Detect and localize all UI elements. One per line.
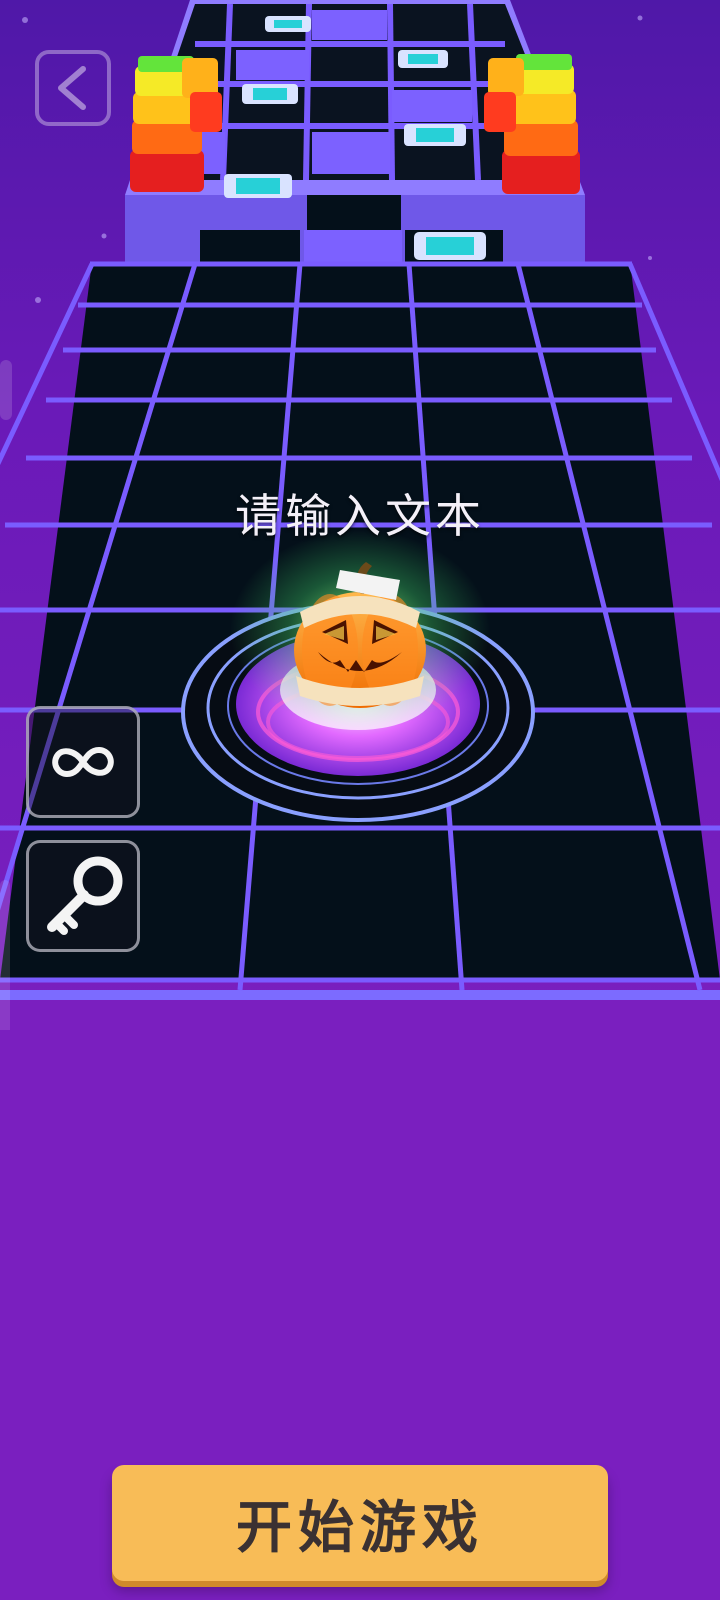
key-button[interactable] bbox=[26, 840, 140, 952]
infinite-button[interactable] bbox=[26, 706, 140, 818]
start-game-button[interactable]: 开始游戏 bbox=[112, 1465, 608, 1581]
chevron-left-icon bbox=[58, 66, 86, 110]
teal-pad bbox=[414, 232, 486, 260]
back-button[interactable] bbox=[35, 50, 111, 126]
input-prompt-text: 请输入文本 bbox=[235, 489, 485, 543]
infinity-icon bbox=[52, 746, 114, 778]
key-icon bbox=[47, 856, 123, 935]
